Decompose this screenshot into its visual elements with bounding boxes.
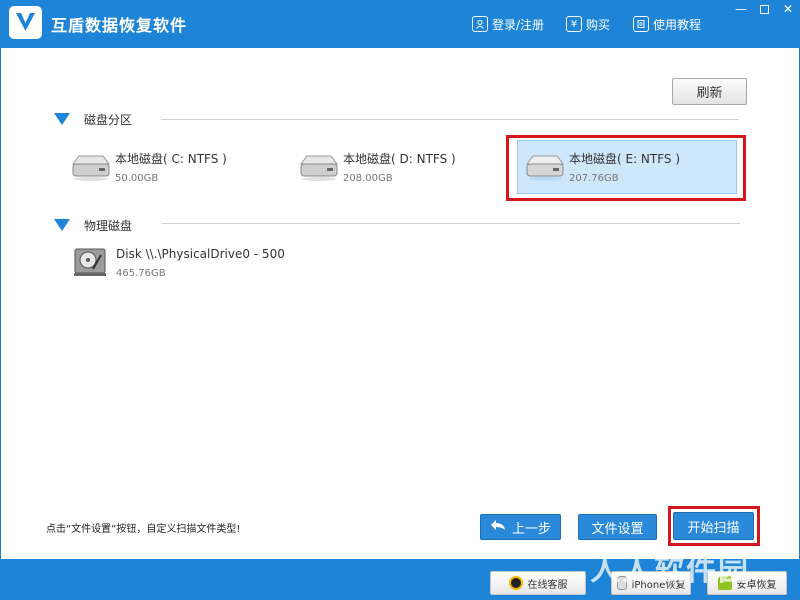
app-logo-icon — [9, 6, 42, 39]
user-icon — [472, 16, 488, 32]
collapse-triangle-icon — [54, 219, 70, 231]
physical-disk-item[interactable]: Disk \\.\PhysicalDrive0 - 500 465.76GB — [73, 245, 333, 293]
previous-step-button[interactable]: 上一步 — [480, 514, 561, 540]
hard-drive-icon — [526, 155, 564, 181]
maximize-button[interactable] — [754, 1, 774, 17]
yen-icon: ¥ — [566, 16, 582, 32]
partition-item-d[interactable]: 本地磁盘( D: NTFS ) 208.00GB — [297, 148, 497, 196]
buy-link[interactable]: ¥ 购买 — [566, 14, 610, 34]
book-icon — [633, 16, 649, 32]
partition-size: 207.76GB — [569, 173, 619, 184]
physical-section-label: 物理磁盘 — [84, 218, 133, 233]
hint-text: 点击“文件设置”按钮，自定义扫描文件类型! — [46, 524, 241, 535]
hard-drive-icon — [72, 155, 110, 181]
previous-step-label: 上一步 — [511, 521, 551, 537]
qq-penguin-icon — [508, 576, 523, 590]
watermark-text: 人人软件园 — [590, 553, 750, 588]
physical-disk-icon — [74, 248, 106, 276]
partition-item-e[interactable]: 本地磁盘( E: NTFS ) 207.76GB — [523, 148, 733, 196]
login-register-label: 登录/注册 — [492, 17, 545, 32]
hard-drive-icon — [300, 155, 338, 181]
back-arrow-icon — [490, 519, 506, 535]
refresh-button[interactable]: 刷新 — [672, 78, 747, 105]
online-support-button[interactable]: 在线客服 — [490, 571, 586, 595]
physical-disk-size: 465.76GB — [116, 268, 166, 279]
partition-size: 208.00GB — [343, 173, 393, 184]
tutorial-label: 使用教程 — [653, 17, 702, 32]
title-bar: 互盾数据恢复软件 登录/注册 ¥ 购买 使用教程 — ✕ — [0, 0, 800, 48]
file-settings-button[interactable]: 文件设置 — [578, 514, 657, 540]
partitions-section-label: 磁盘分区 — [84, 112, 133, 127]
start-scan-button[interactable]: 开始扫描 — [673, 512, 754, 540]
partition-item-c[interactable]: 本地磁盘( C: NTFS ) 50.00GB — [69, 148, 269, 196]
collapse-triangle-icon — [54, 113, 70, 125]
physical-section-header[interactable]: 物理磁盘 — [54, 217, 132, 233]
partition-size: 50.00GB — [115, 173, 159, 184]
minimize-button[interactable]: — — [731, 1, 751, 17]
close-button[interactable]: ✕ — [778, 1, 798, 17]
maximize-icon — [759, 4, 769, 14]
login-register-link[interactable]: 登录/注册 — [472, 14, 544, 34]
partition-name: 本地磁盘( C: NTFS ) — [115, 152, 227, 166]
partition-name: 本地磁盘( E: NTFS ) — [569, 152, 681, 166]
app-title: 互盾数据恢复软件 — [51, 16, 188, 35]
partitions-section-header[interactable]: 磁盘分区 — [54, 111, 132, 127]
partition-name: 本地磁盘( D: NTFS ) — [343, 152, 456, 166]
physical-disk-name: Disk \\.\PhysicalDrive0 - 500 — [116, 247, 285, 261]
online-support-label: 在线客服 — [527, 579, 568, 591]
section-divider — [161, 119, 739, 120]
buy-label: 购买 — [586, 17, 611, 32]
main-panel: 刷新 磁盘分区 本地磁盘( C: NTFS ) 50.00GB 本地磁盘( D:… — [1, 48, 799, 559]
tutorial-link[interactable]: 使用教程 — [633, 14, 701, 34]
section-divider — [162, 223, 740, 224]
